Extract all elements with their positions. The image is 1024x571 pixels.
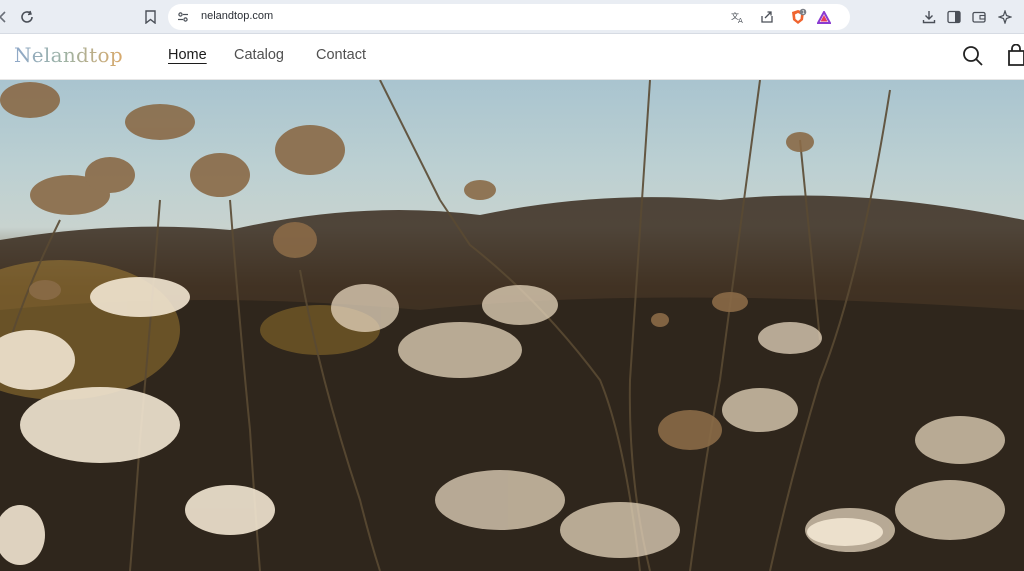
back-arrow-icon[interactable] [0,9,8,25]
site-info-icon[interactable] [176,10,190,24]
site-header: Nelandtop Home Catalog Contact [0,34,1024,80]
brave-rewards-icon[interactable] [816,9,832,25]
cart-icon[interactable] [1006,43,1024,73]
share-icon[interactable] [759,9,775,25]
reload-icon[interactable] [18,8,36,26]
search-icon[interactable] [961,44,985,73]
hero-image [0,80,1024,571]
bookmark-icon[interactable] [142,8,158,26]
svg-text:1: 1 [802,10,805,16]
wildflower-field-illustration [0,80,1024,571]
leo-ai-icon[interactable] [997,9,1013,25]
nav-contact[interactable]: Contact [316,47,366,63]
nav-catalog[interactable]: Catalog [234,47,284,63]
svg-text:A: A [738,17,743,24]
brave-shield-icon[interactable]: 1 [788,7,808,27]
nav-home[interactable]: Home [168,47,207,63]
url-text: nelandtop.com [201,10,274,22]
wallet-icon[interactable] [971,9,987,25]
translate-icon[interactable]: 文A [730,9,746,25]
browser-toolbar: nelandtop.com 文A 1 [0,0,1024,34]
download-icon[interactable] [921,9,937,25]
sidebar-icon[interactable] [946,9,962,25]
address-bar[interactable]: nelandtop.com 文A 1 [168,4,850,30]
site-logo[interactable]: Nelandtop [14,43,123,67]
